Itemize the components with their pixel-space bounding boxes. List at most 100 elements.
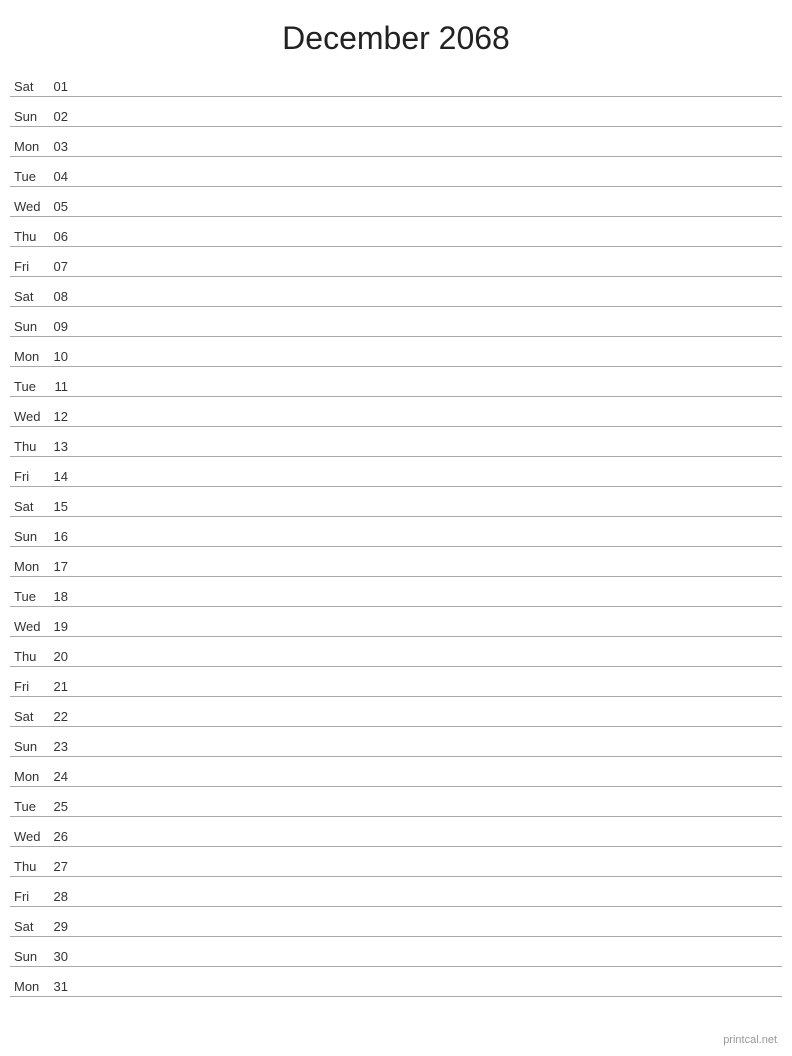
day-number: 25	[50, 799, 80, 814]
day-name: Sun	[10, 949, 50, 964]
day-line	[80, 933, 782, 934]
day-name: Tue	[10, 799, 50, 814]
day-line	[80, 843, 782, 844]
day-line	[80, 123, 782, 124]
day-line	[80, 243, 782, 244]
day-name: Mon	[10, 769, 50, 784]
day-row: Fri14	[10, 457, 782, 487]
day-row: Wed12	[10, 397, 782, 427]
day-line	[80, 213, 782, 214]
day-number: 17	[50, 559, 80, 574]
day-line	[80, 513, 782, 514]
day-number: 29	[50, 919, 80, 934]
day-number: 02	[50, 109, 80, 124]
day-row: Sat01	[10, 67, 782, 97]
day-name: Mon	[10, 979, 50, 994]
day-name: Sat	[10, 499, 50, 514]
day-number: 27	[50, 859, 80, 874]
day-row: Tue04	[10, 157, 782, 187]
day-row: Sat22	[10, 697, 782, 727]
day-line	[80, 693, 782, 694]
day-name: Sat	[10, 919, 50, 934]
day-row: Thu13	[10, 427, 782, 457]
day-number: 10	[50, 349, 80, 364]
day-name: Fri	[10, 469, 50, 484]
day-row: Sat29	[10, 907, 782, 937]
day-line	[80, 783, 782, 784]
day-row: Sun02	[10, 97, 782, 127]
day-row: Thu06	[10, 217, 782, 247]
day-name: Thu	[10, 439, 50, 454]
day-line	[80, 183, 782, 184]
day-number: 21	[50, 679, 80, 694]
day-row: Thu27	[10, 847, 782, 877]
day-number: 22	[50, 709, 80, 724]
day-name: Fri	[10, 679, 50, 694]
day-line	[80, 453, 782, 454]
day-row: Wed05	[10, 187, 782, 217]
day-row: Sun30	[10, 937, 782, 967]
day-number: 01	[50, 79, 80, 94]
day-row: Wed19	[10, 607, 782, 637]
day-name: Thu	[10, 649, 50, 664]
day-name: Sun	[10, 109, 50, 124]
day-row: Mon17	[10, 547, 782, 577]
day-number: 07	[50, 259, 80, 274]
day-row: Thu20	[10, 637, 782, 667]
day-name: Mon	[10, 139, 50, 154]
day-line	[80, 543, 782, 544]
day-line	[80, 573, 782, 574]
day-name: Tue	[10, 589, 50, 604]
day-row: Wed26	[10, 817, 782, 847]
day-number: 05	[50, 199, 80, 214]
day-number: 06	[50, 229, 80, 244]
day-name: Sun	[10, 739, 50, 754]
day-number: 26	[50, 829, 80, 844]
day-row: Tue25	[10, 787, 782, 817]
day-number: 30	[50, 949, 80, 964]
day-row: Mon10	[10, 337, 782, 367]
day-line	[80, 903, 782, 904]
day-name: Thu	[10, 859, 50, 874]
day-number: 16	[50, 529, 80, 544]
day-number: 28	[50, 889, 80, 904]
day-number: 20	[50, 649, 80, 664]
day-row: Sat08	[10, 277, 782, 307]
day-row: Sun09	[10, 307, 782, 337]
day-line	[80, 423, 782, 424]
day-name: Mon	[10, 349, 50, 364]
day-line	[80, 603, 782, 604]
day-line	[80, 993, 782, 994]
day-number: 14	[50, 469, 80, 484]
day-line	[80, 873, 782, 874]
day-name: Wed	[10, 409, 50, 424]
day-name: Sun	[10, 319, 50, 334]
day-row: Fri21	[10, 667, 782, 697]
day-name: Fri	[10, 259, 50, 274]
day-name: Sun	[10, 529, 50, 544]
day-name: Wed	[10, 199, 50, 214]
day-row: Sat15	[10, 487, 782, 517]
day-line	[80, 483, 782, 484]
day-line	[80, 333, 782, 334]
day-line	[80, 723, 782, 724]
day-row: Sun16	[10, 517, 782, 547]
day-line	[80, 363, 782, 364]
day-number: 09	[50, 319, 80, 334]
day-line	[80, 963, 782, 964]
day-name: Wed	[10, 619, 50, 634]
day-row: Mon24	[10, 757, 782, 787]
day-line	[80, 303, 782, 304]
day-line	[80, 153, 782, 154]
day-line	[80, 273, 782, 274]
day-name: Thu	[10, 229, 50, 244]
day-name: Sat	[10, 79, 50, 94]
day-name: Sat	[10, 289, 50, 304]
footer-credit: printcal.net	[723, 1034, 777, 1046]
page-title: December 2068	[0, 0, 792, 67]
day-line	[80, 753, 782, 754]
day-number: 24	[50, 769, 80, 784]
day-name: Tue	[10, 379, 50, 394]
day-number: 23	[50, 739, 80, 754]
day-line	[80, 93, 782, 94]
